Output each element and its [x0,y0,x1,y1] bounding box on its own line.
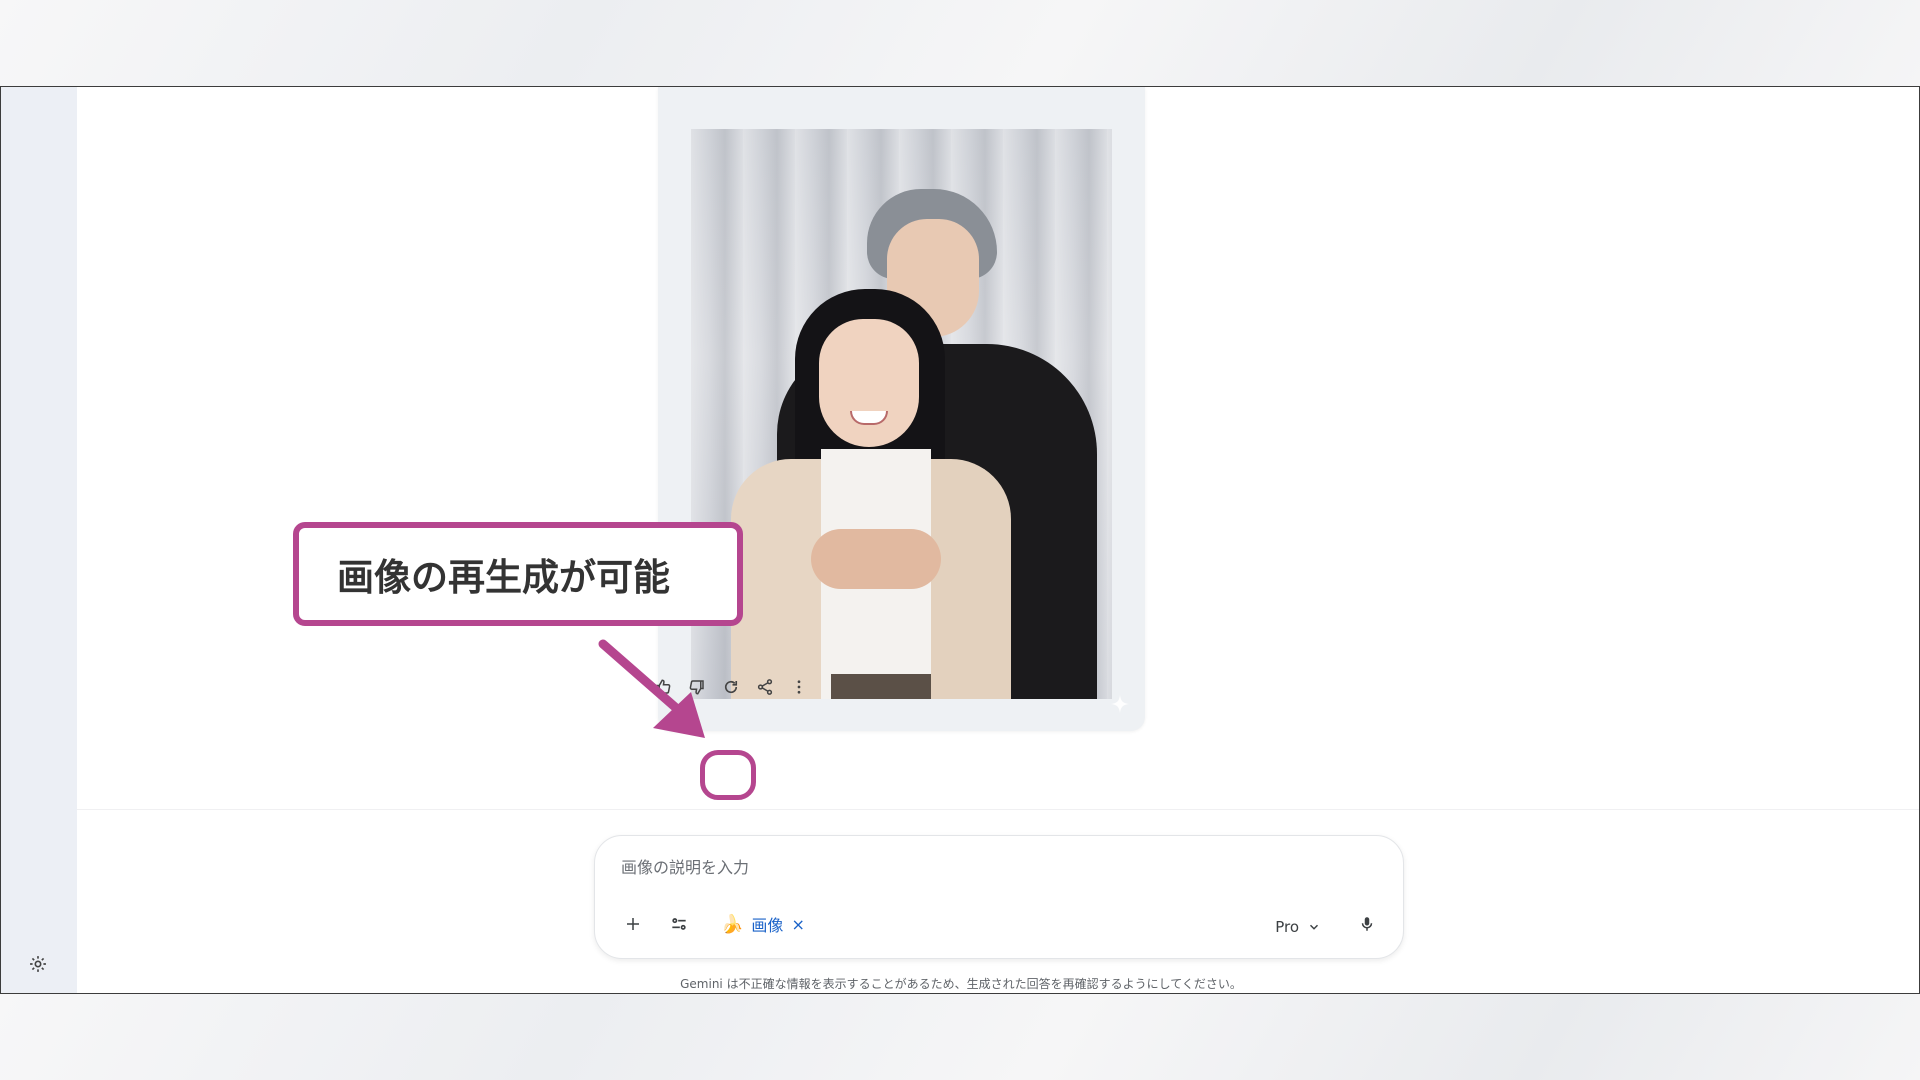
generated-image-card[interactable] [658,87,1145,731]
background-bottom [0,994,1920,1080]
tools-icon[interactable] [659,904,699,944]
side-rail [1,87,77,993]
divider [77,809,1919,810]
model-label: Pro [1275,918,1299,936]
annotation-callout: 画像の再生成が可能 [293,522,743,626]
share-icon[interactable] [748,670,782,704]
annotation-arrow-icon [598,639,705,738]
composer-tools: 🍌 画像 × [613,904,813,944]
banana-icon: 🍌 [721,913,744,935]
sparkle-watermark-icon [1109,693,1131,715]
background-top [0,0,1920,86]
add-icon[interactable] [613,904,653,944]
model-picker[interactable]: Pro [1275,918,1321,936]
prompt-input[interactable]: 画像の説明を入力 [621,854,749,878]
photo-skirt [831,674,931,699]
disclaimer-text: Gemini は不正確な情報を表示することがあるため、生成された回答を再確認する… [680,977,1242,991]
photo-hands [811,529,941,589]
annotation-callout-text: 画像の再生成が可能 [337,556,670,599]
chevron-down-icon [1309,924,1319,930]
settings-gear-icon[interactable] [27,953,49,975]
image-mode-chip[interactable]: 🍌 画像 × [713,908,813,940]
app-window: 画像の説明を入力 🍌 画像 × Pro Gemini は不正確な情報を表示するこ… [0,86,1920,994]
chip-close-icon[interactable]: × [791,915,804,934]
regenerate-highlight-ring [700,750,756,800]
image-mode-label: 画像 [751,916,784,935]
photo-woman-face [819,319,919,447]
more-vert-icon[interactable] [782,670,816,704]
generated-photo[interactable] [691,129,1112,699]
microphone-icon[interactable] [1355,912,1379,936]
prompt-composer[interactable]: 画像の説明を入力 🍌 画像 × Pro [594,835,1404,959]
